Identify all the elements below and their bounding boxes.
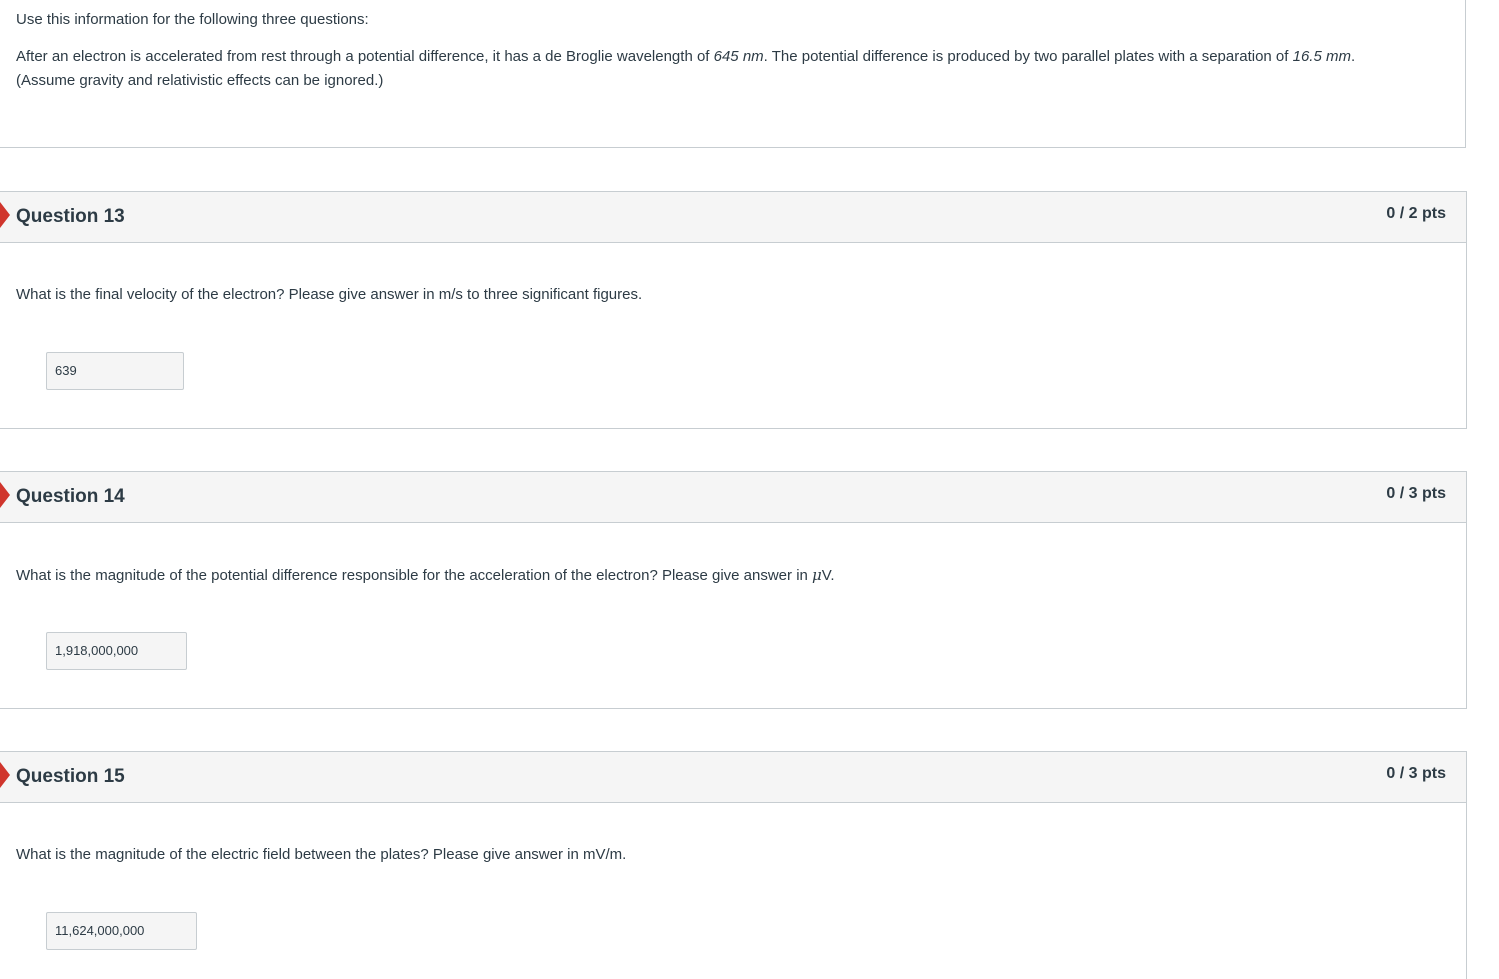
info-body-line2: (Assume gravity and relativistic effects… (16, 72, 384, 89)
question-text: What is the magnitude of the electric fi… (16, 846, 627, 863)
incorrect-answer-flag-icon (0, 202, 10, 228)
question-title: Question 15 (16, 766, 125, 787)
question-points: 0 / 3 pts (1386, 765, 1446, 782)
question-title: Question 14 (16, 486, 125, 507)
answer-field: 1,918,000,000 (46, 632, 187, 670)
question-text: What is the magnitude of the potential d… (16, 565, 835, 586)
incorrect-answer-flag-icon (0, 482, 10, 508)
info-body-text: After an electron is accelerated from re… (16, 45, 1446, 93)
question-points: 0 / 3 pts (1386, 485, 1446, 502)
question-14: Question 14 0 / 3 pts What is the magnit… (0, 471, 1467, 709)
question-15: Question 15 0 / 3 pts What is the magnit… (0, 751, 1467, 979)
micro-unit-symbol: μ (812, 566, 822, 584)
answer-field: 11,624,000,000 (46, 912, 197, 950)
shared-information-block: Use this information for the following t… (0, 0, 1466, 148)
question-text-before-unit: What is the magnitude of the potential d… (16, 567, 813, 584)
question-text-after-unit: V. (821, 567, 835, 584)
info-body-part3: . (1350, 48, 1356, 65)
incorrect-answer-flag-icon (0, 762, 10, 788)
question-header: Question 14 0 / 3 pts (0, 472, 1466, 523)
question-title: Question 13 (16, 206, 125, 227)
question-13: Question 13 0 / 2 pts What is the final … (0, 191, 1467, 429)
info-body-part1: After an electron is accelerated from re… (16, 48, 714, 65)
info-intro-text: Use this information for the following t… (16, 11, 369, 28)
question-header: Question 13 0 / 2 pts (0, 192, 1466, 243)
answer-field: 639 (46, 352, 184, 390)
question-text: What is the final velocity of the electr… (16, 286, 643, 303)
question-header: Question 15 0 / 3 pts (0, 752, 1466, 803)
info-body-part2: . The potential difference is produced b… (763, 48, 1293, 65)
info-wavelength-value: 645 nm (713, 48, 764, 65)
question-points: 0 / 2 pts (1386, 205, 1446, 222)
quiz-results-page: Use this information for the following t… (0, 0, 1499, 979)
info-separation-value: 16.5 mm (1292, 48, 1351, 65)
